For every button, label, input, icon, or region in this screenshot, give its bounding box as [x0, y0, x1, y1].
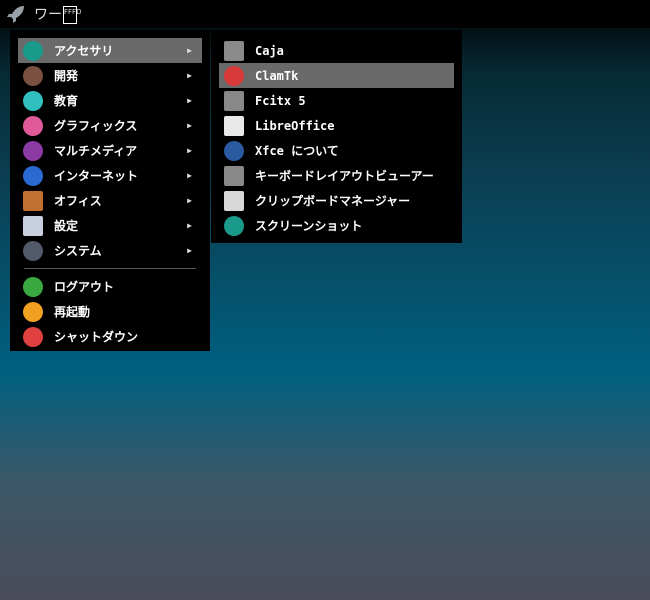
menu-item-internet[interactable]: インターネット ▶: [18, 163, 202, 188]
applications-menu: アクセサリ ▶ 開発 ▶ 教育 ▶ グラフィックス ▶ マルチメディア ▶ インターネット ▶ オフィス…: [10, 30, 210, 351]
missing-glyph-box: FFFD: [63, 6, 81, 24]
menu-item-label: ClamTk: [255, 68, 299, 83]
clipboard-icon: [224, 190, 244, 211]
xfce-icon: [224, 140, 244, 161]
logout-icon: [23, 276, 43, 297]
menu-item-label: オフィス: [54, 194, 102, 208]
menu-item-clamtk[interactable]: ClamTk: [219, 63, 454, 88]
rocket-menu-icon[interactable]: [6, 4, 26, 24]
submenu-arrow-icon: ▶: [187, 71, 192, 80]
graphics-icon: [23, 115, 43, 136]
menu-item-clipboard[interactable]: クリップボードマネージャー: [219, 188, 454, 213]
submenu-arrow-icon: ▶: [187, 46, 192, 55]
menu-item-label: インターネット: [54, 169, 139, 183]
submenu-arrow-icon: ▶: [187, 221, 192, 230]
menu-separator: [24, 268, 196, 269]
keyboard-icon: [224, 165, 244, 186]
menu-item-label: マルチメディア: [54, 144, 138, 158]
shutdown-icon: [23, 326, 43, 347]
accessories-icon: [23, 40, 43, 61]
multimedia-icon: [23, 140, 43, 161]
menu-item-keyboard[interactable]: Fcitx 5: [219, 88, 454, 113]
screenshot-icon: [224, 215, 244, 236]
submenu-arrow-icon: ▶: [187, 171, 192, 180]
menu-item-label: スクリーンショット: [255, 219, 363, 233]
menu-item-label: LibreOffice: [255, 118, 335, 133]
menu-item-keyboard[interactable]: キーボードレイアウトビューアー: [219, 163, 454, 188]
submenu-arrow-icon: ▶: [187, 246, 192, 255]
window-title[interactable]: ワー FFFD: [34, 4, 81, 24]
office-icon: [23, 190, 43, 211]
menu-item-caja[interactable]: Caja: [219, 38, 454, 63]
libreoffice-icon: [224, 115, 244, 136]
menu-item-libreoffice[interactable]: LibreOffice: [219, 113, 454, 138]
menu-item-label: ログアウト: [54, 280, 115, 294]
clamtk-icon: [224, 65, 244, 86]
menu-item-restart[interactable]: 再起動: [18, 299, 202, 324]
menu-item-logout[interactable]: ログアウト: [18, 274, 202, 299]
top-panel: ワー FFFD: [0, 0, 650, 28]
restart-icon: [23, 301, 43, 322]
system-icon: [23, 240, 43, 261]
menu-item-graphics[interactable]: グラフィックス ▶: [18, 113, 202, 138]
menu-item-xfce[interactable]: Xfce について: [219, 138, 454, 163]
menu-item-label: 再起動: [54, 305, 91, 319]
caja-icon: [224, 40, 244, 61]
menu-item-label: 設定: [54, 219, 79, 233]
menu-item-label: 教育: [54, 94, 79, 108]
menu-item-label: クリップボードマネージャー: [255, 194, 411, 208]
submenu-arrow-icon: ▶: [187, 96, 192, 105]
menu-item-multimedia[interactable]: マルチメディア ▶: [18, 138, 202, 163]
menu-item-label: アクセサリ: [54, 44, 114, 58]
menu-item-label: Fcitx 5: [255, 93, 306, 108]
menu-item-accessories[interactable]: アクセサリ ▶: [18, 38, 202, 63]
menu-item-shutdown[interactable]: シャットダウン: [18, 324, 202, 349]
menu-item-settings[interactable]: 設定 ▶: [18, 213, 202, 238]
menu-item-office[interactable]: オフィス ▶: [18, 188, 202, 213]
menu-item-label: シャットダウン: [54, 330, 139, 344]
menu-item-system[interactable]: システム ▶: [18, 238, 202, 263]
submenu-arrow-icon: ▶: [187, 146, 192, 155]
submenu-arrow-icon: ▶: [187, 121, 192, 130]
internet-icon: [23, 165, 43, 186]
accessories-submenu: Caja ClamTk Fcitx 5 LibreOffice Xfce についてキーボ…: [211, 30, 462, 243]
submenu-arrow-icon: ▶: [187, 196, 192, 205]
menu-item-label: システム: [54, 244, 102, 258]
development-icon: [23, 65, 43, 86]
menu-item-screenshot[interactable]: スクリーンショット: [219, 213, 454, 238]
menu-item-development[interactable]: 開発 ▶: [18, 63, 202, 88]
menu-item-label: 開発: [54, 69, 79, 83]
settings-icon: [23, 215, 43, 236]
keyboard-icon: [224, 90, 244, 111]
menu-item-label: Xfce について: [255, 144, 339, 158]
menu-item-label: グラフィックス: [54, 119, 138, 133]
education-icon: [23, 90, 43, 111]
menu-item-education[interactable]: 教育 ▶: [18, 88, 202, 113]
menu-item-label: キーボードレイアウトビューアー: [255, 169, 434, 183]
menu-item-label: Caja: [255, 43, 284, 58]
